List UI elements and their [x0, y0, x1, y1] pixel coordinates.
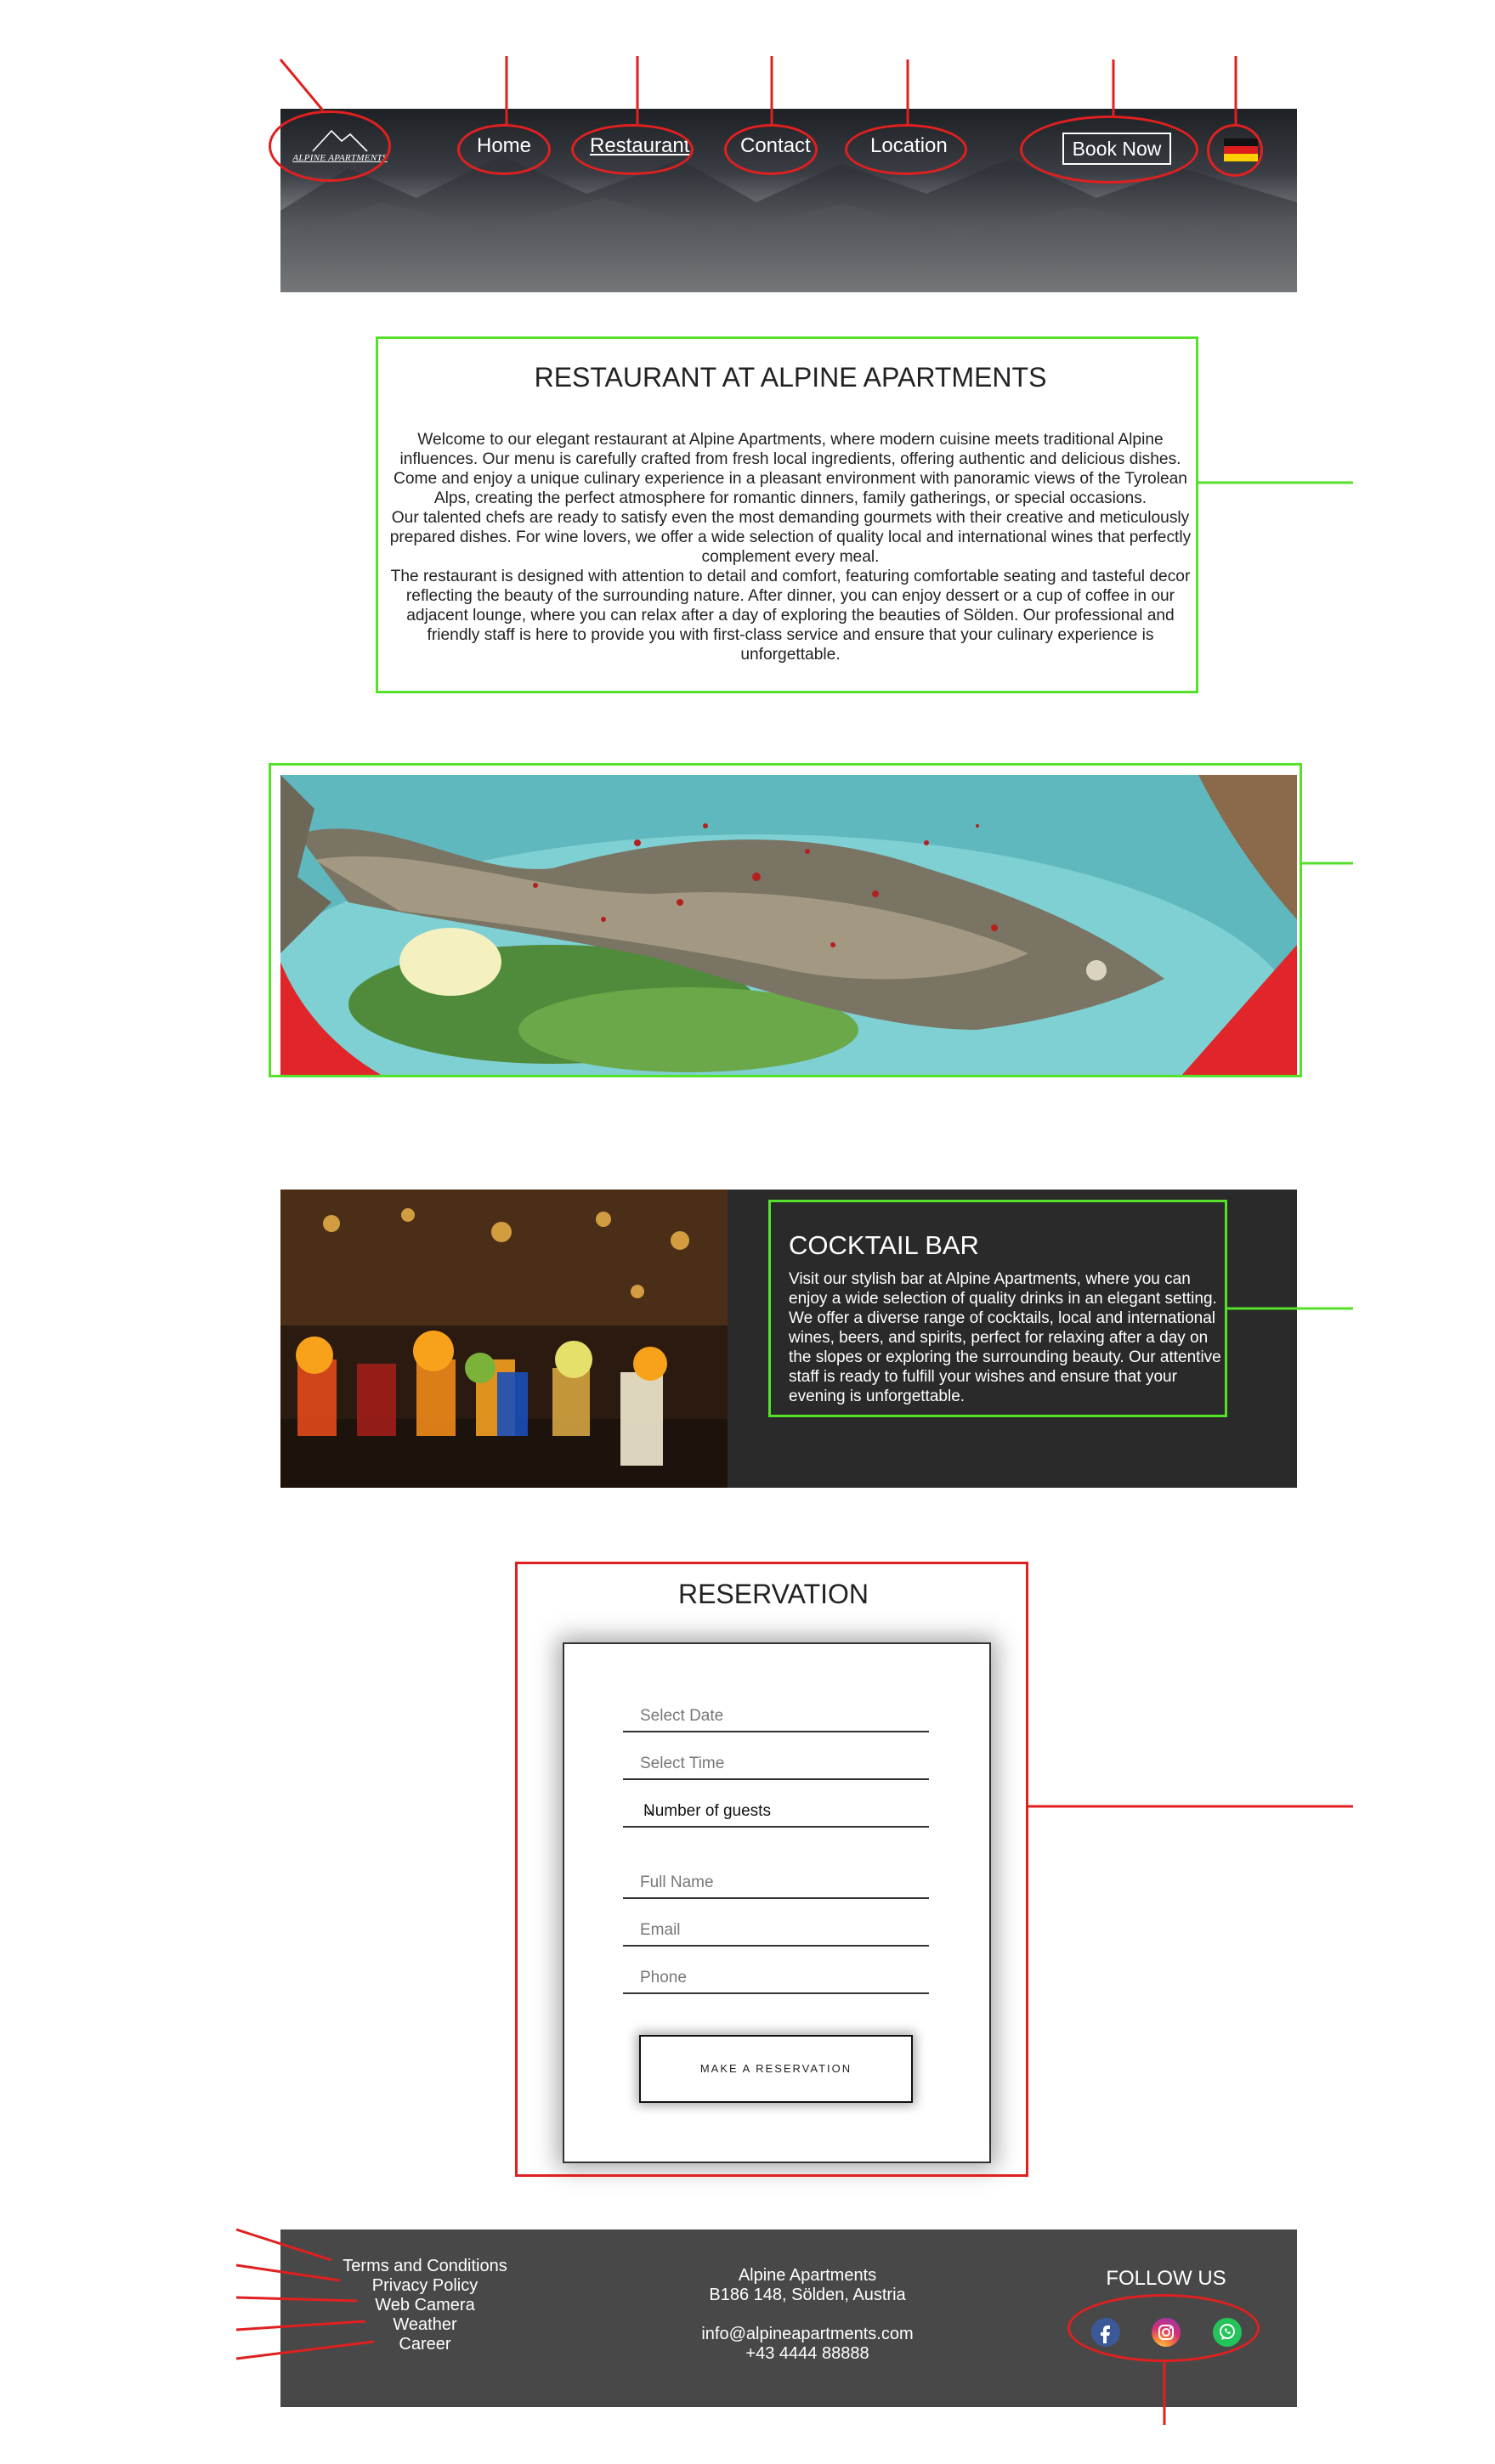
annotation-box	[376, 336, 1198, 693]
footer-email[interactable]: info@alpineapartments.com	[680, 2325, 935, 2344]
annotation-circle	[1067, 2294, 1260, 2362]
cocktail-image	[280, 1190, 728, 1488]
footer-link-terms[interactable]: Terms and Conditions	[340, 2257, 510, 2276]
annotation-box	[269, 763, 1302, 1077]
annotation-circle	[571, 124, 694, 175]
footer-link-weather[interactable]: Weather	[340, 2315, 510, 2335]
footer-address: B186 148, Sölden, Austria	[709, 2286, 906, 2304]
annotation-circle	[724, 124, 818, 175]
footer-link-privacy[interactable]: Privacy Policy	[340, 2276, 510, 2296]
annotation-circle	[1207, 124, 1263, 177]
annotation-circle	[269, 110, 391, 182]
footer-company: Alpine Apartments	[738, 2266, 877, 2285]
annotation-circle	[1020, 116, 1198, 184]
annotation-box	[768, 1200, 1227, 1417]
footer-link-webcam[interactable]: Web Camera	[340, 2296, 510, 2315]
footer-phone[interactable]: +43 4444 88888	[680, 2344, 935, 2364]
annotation-circle	[457, 124, 551, 175]
footer-link-career[interactable]: Career	[340, 2335, 510, 2354]
annotation-circle	[845, 124, 967, 175]
annotation-box	[515, 1562, 1028, 2177]
follow-us-heading: FOLLOW US	[1106, 2267, 1226, 2290]
